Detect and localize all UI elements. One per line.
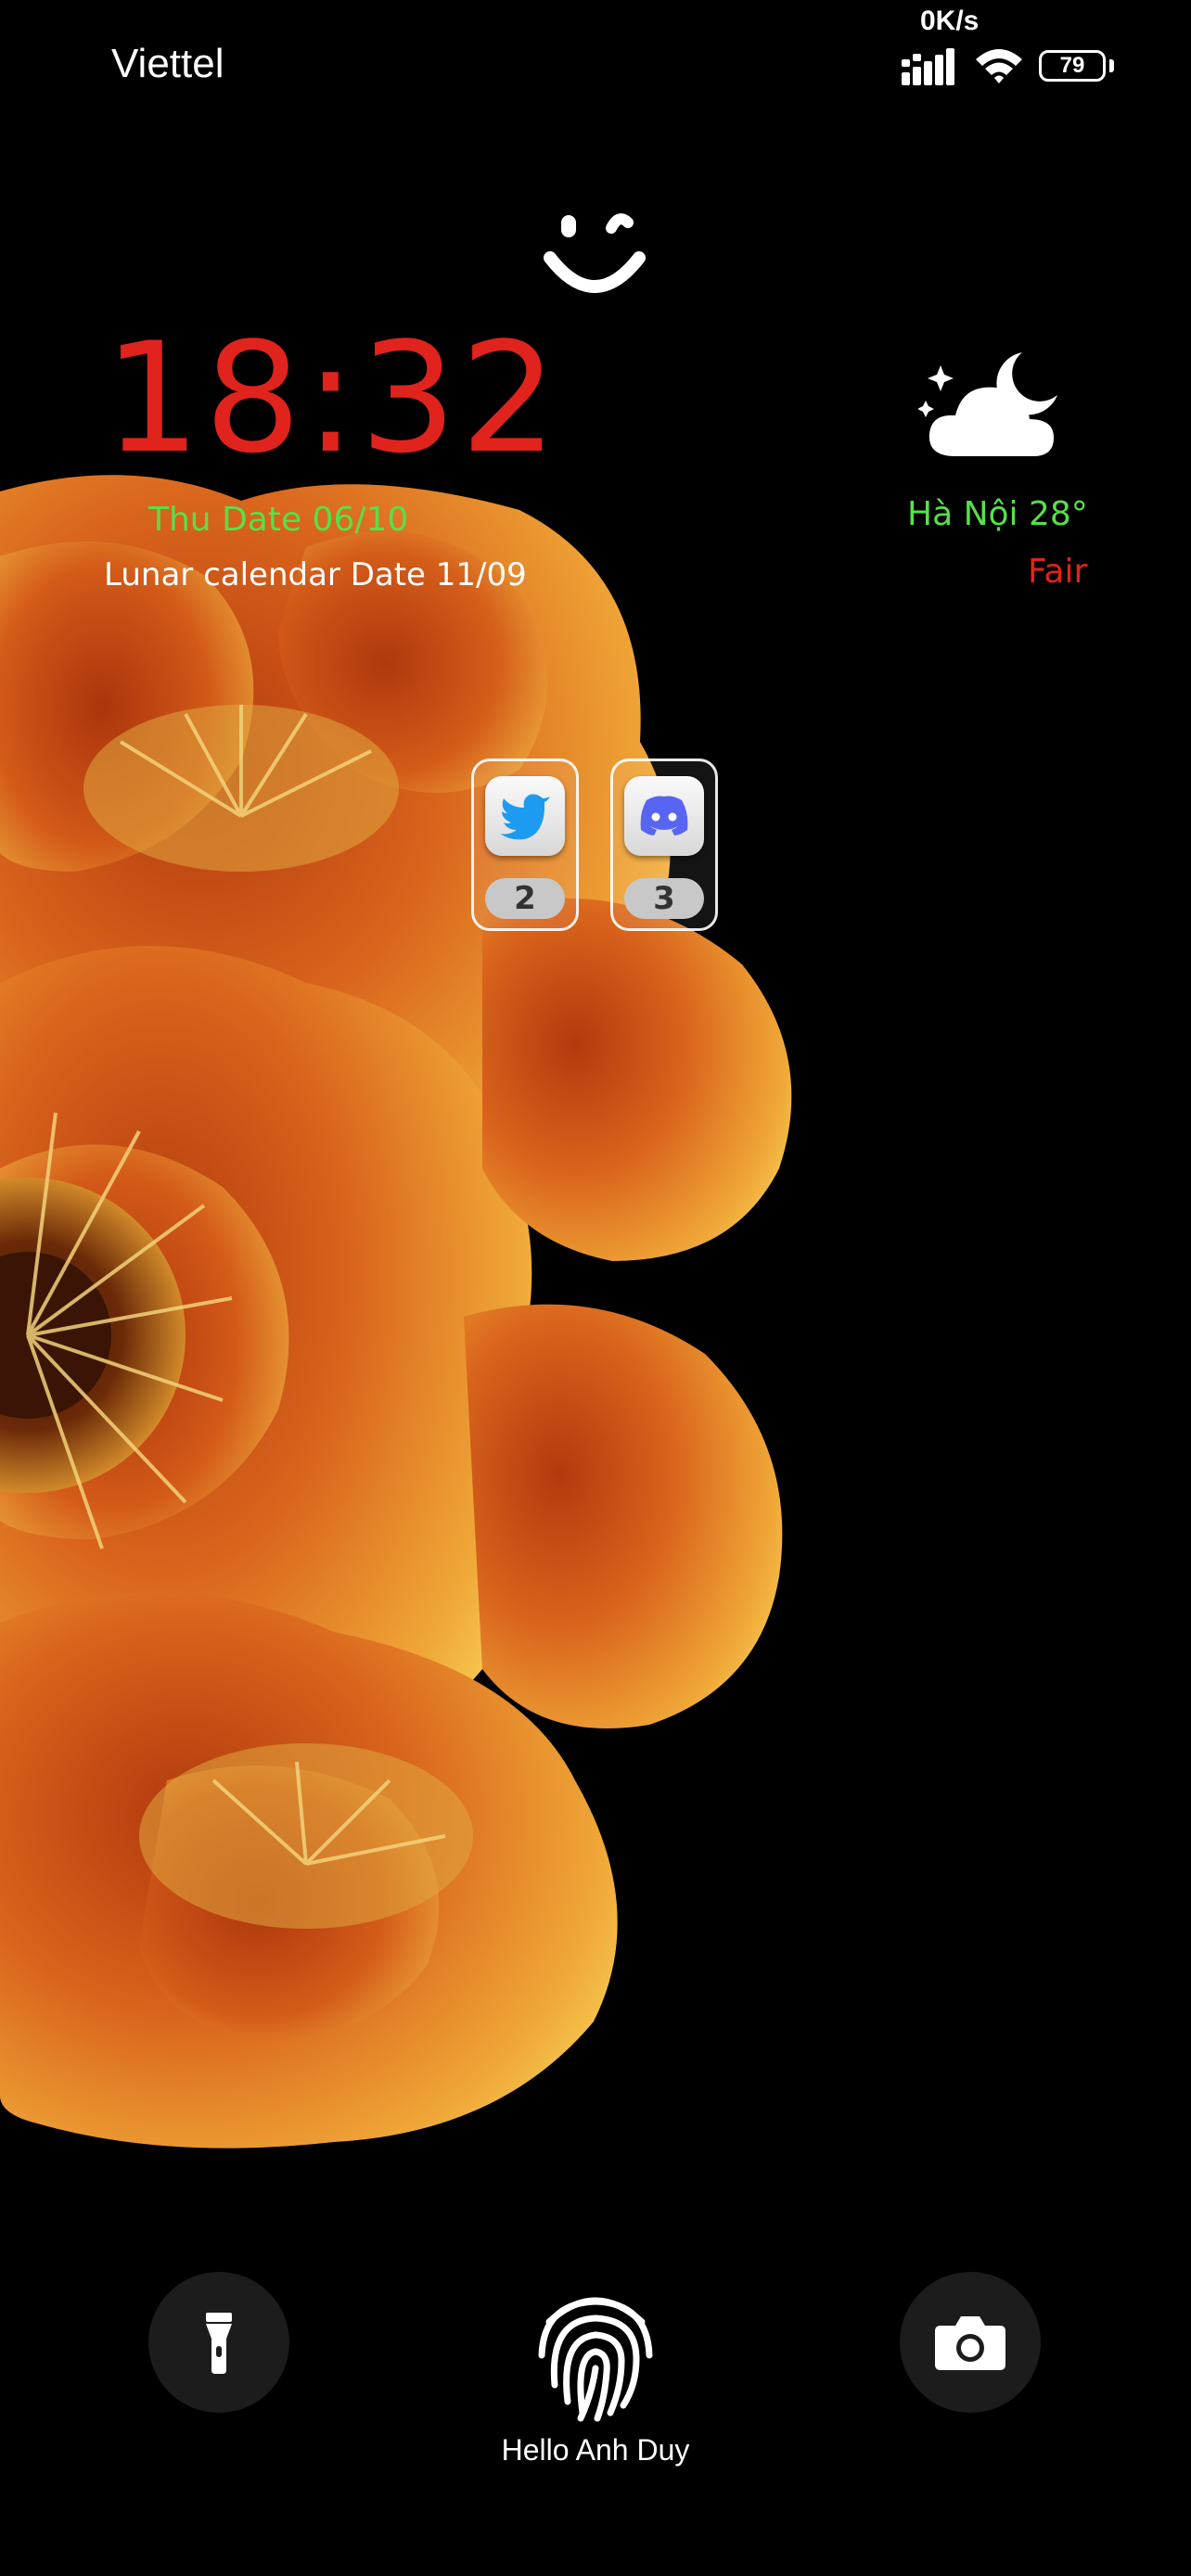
battery-tip bbox=[1109, 59, 1114, 72]
camera-icon bbox=[935, 2316, 1005, 2370]
greeting-label: Hello Anh Duy bbox=[501, 2433, 690, 2467]
lunar-date-label: Lunar calendar Date 11/09 bbox=[104, 556, 527, 593]
clock-time: 18:32 bbox=[104, 310, 561, 487]
camera-button[interactable] bbox=[900, 2272, 1041, 2413]
carrier-name: Viettel bbox=[111, 41, 224, 86]
wifi-icon bbox=[976, 49, 1022, 83]
notification-count: 2 bbox=[485, 878, 565, 919]
moon-cloud-icon bbox=[918, 352, 1057, 456]
flashlight-button[interactable] bbox=[148, 2272, 289, 2413]
smiley-face-icon bbox=[544, 213, 646, 293]
flower-wallpaper bbox=[0, 475, 792, 2149]
notification-count: 3 bbox=[624, 878, 704, 919]
battery-indicator: 79 bbox=[1039, 50, 1106, 82]
weather-condition: Fair bbox=[1028, 553, 1088, 591]
discord-icon bbox=[624, 776, 704, 856]
signal-icon bbox=[902, 48, 954, 85]
twitter-icon bbox=[485, 776, 565, 856]
weather-city-temp: Hà Nội 28° bbox=[907, 495, 1088, 533]
flashlight-icon bbox=[206, 2313, 232, 2374]
notification-badge-discord[interactable]: 3 bbox=[610, 759, 718, 931]
network-speed: 0K/s bbox=[920, 6, 980, 36]
date-label: Thu Date 06/10 bbox=[148, 501, 409, 539]
notification-badge-twitter[interactable]: 2 bbox=[471, 759, 579, 931]
fingerprint-icon[interactable] bbox=[534, 2283, 657, 2422]
